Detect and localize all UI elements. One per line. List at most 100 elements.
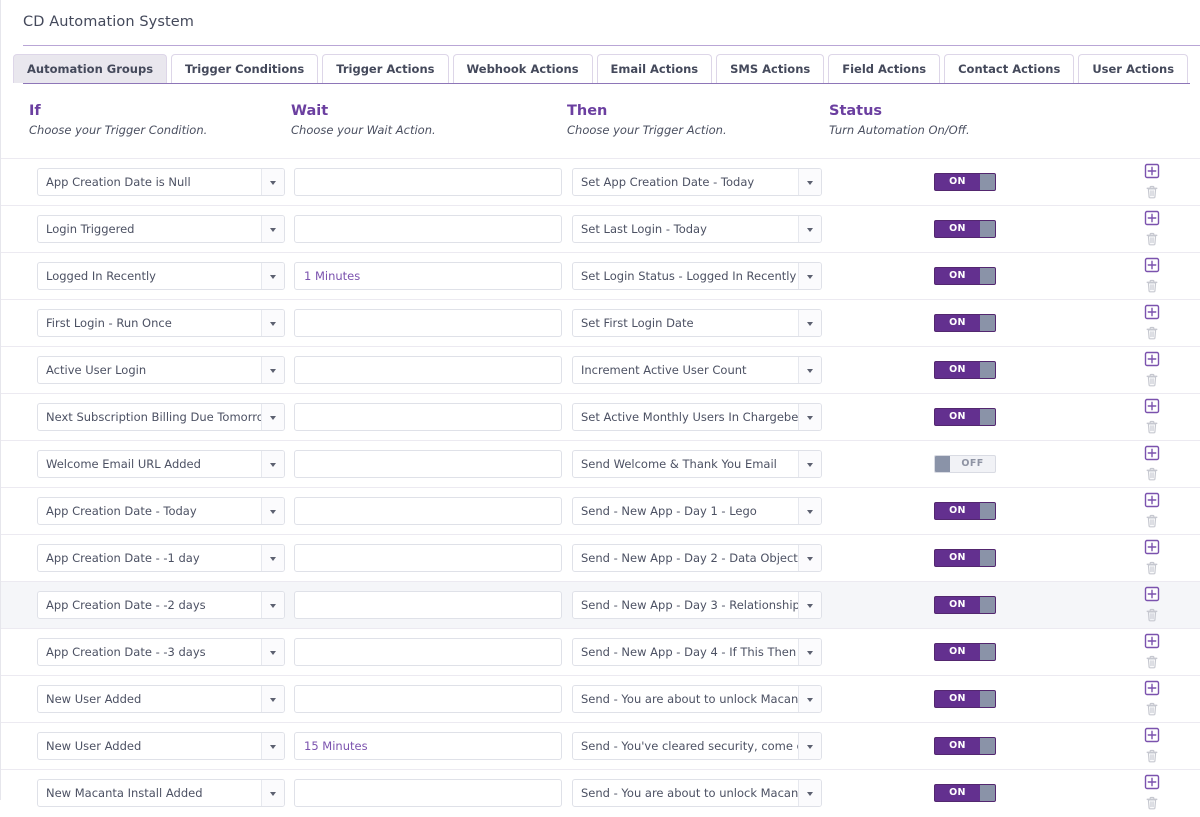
- wait-action-input[interactable]: [294, 403, 562, 431]
- delete-row-button[interactable]: [1144, 184, 1160, 200]
- status-toggle[interactable]: ON: [934, 220, 996, 238]
- delete-row-button[interactable]: [1144, 466, 1160, 482]
- delete-row-button[interactable]: [1144, 231, 1160, 247]
- tab-contact-actions[interactable]: Contact Actions: [944, 54, 1075, 83]
- chevron-down-icon[interactable]: [261, 310, 284, 336]
- add-row-button[interactable]: [1144, 633, 1160, 649]
- delete-row-button[interactable]: [1144, 419, 1160, 435]
- trigger-action-select[interactable]: Send - New App - Day 3 - Relationships: [572, 591, 822, 619]
- delete-row-button[interactable]: [1144, 607, 1160, 623]
- add-row-button[interactable]: [1144, 492, 1160, 508]
- delete-row-button[interactable]: [1144, 560, 1160, 576]
- chevron-down-icon[interactable]: [261, 592, 284, 618]
- status-toggle[interactable]: ON: [934, 502, 996, 520]
- add-row-button[interactable]: [1144, 680, 1160, 696]
- trigger-action-select[interactable]: Send - New App - Day 2 - Data Objects: [572, 544, 822, 572]
- wait-action-input[interactable]: 1 Minutes: [294, 262, 562, 290]
- trigger-action-select[interactable]: Send - You are about to unlock Macanta, …: [572, 779, 822, 807]
- add-row-button[interactable]: [1144, 257, 1160, 273]
- chevron-down-icon[interactable]: [261, 216, 284, 242]
- trigger-action-select[interactable]: Set Login Status - Logged In Recently: [572, 262, 822, 290]
- delete-row-button[interactable]: [1144, 701, 1160, 717]
- trigger-condition-select[interactable]: New User Added: [37, 685, 285, 713]
- status-toggle[interactable]: ON: [934, 596, 996, 614]
- add-row-button[interactable]: [1144, 774, 1160, 790]
- delete-row-button[interactable]: [1144, 325, 1160, 341]
- trigger-action-select[interactable]: Send - You are about to unlock Macanta, …: [572, 685, 822, 713]
- chevron-down-icon[interactable]: [261, 686, 284, 712]
- trigger-action-select[interactable]: Set Active Monthly Users In Chargebee Be…: [572, 403, 822, 431]
- chevron-down-icon[interactable]: [261, 263, 284, 289]
- chevron-down-icon[interactable]: [798, 357, 821, 383]
- chevron-down-icon[interactable]: [261, 780, 284, 806]
- wait-action-input[interactable]: [294, 309, 562, 337]
- status-toggle[interactable]: ON: [934, 784, 996, 802]
- add-row-button[interactable]: [1144, 586, 1160, 602]
- delete-row-button[interactable]: [1144, 654, 1160, 670]
- trigger-condition-select[interactable]: First Login - Run Once: [37, 309, 285, 337]
- wait-action-input[interactable]: [294, 638, 562, 666]
- delete-row-button[interactable]: [1144, 795, 1160, 811]
- trigger-condition-select[interactable]: Active User Login: [37, 356, 285, 384]
- add-row-button[interactable]: [1144, 163, 1160, 179]
- chevron-down-icon[interactable]: [261, 545, 284, 571]
- wait-action-input[interactable]: [294, 544, 562, 572]
- trigger-action-select[interactable]: Send - New App - Day 4 - If This Then Th…: [572, 638, 822, 666]
- trigger-condition-select[interactable]: New Macanta Install Added: [37, 779, 285, 807]
- tab-automation-groups[interactable]: Automation Groups: [13, 54, 168, 83]
- wait-action-input[interactable]: [294, 168, 562, 196]
- status-toggle[interactable]: ON: [934, 737, 996, 755]
- trigger-action-select[interactable]: Set Last Login - Today: [572, 215, 822, 243]
- tab-trigger-conditions[interactable]: Trigger Conditions: [171, 54, 319, 83]
- chevron-down-icon[interactable]: [798, 639, 821, 665]
- chevron-down-icon[interactable]: [798, 498, 821, 524]
- wait-action-input[interactable]: [294, 779, 562, 807]
- chevron-down-icon[interactable]: [798, 733, 821, 759]
- trigger-condition-select[interactable]: App Creation Date - -1 day: [37, 544, 285, 572]
- trigger-condition-select[interactable]: App Creation Date - Today: [37, 497, 285, 525]
- chevron-down-icon[interactable]: [798, 310, 821, 336]
- trigger-condition-select[interactable]: Next Subscription Billing Due Tomorrow: [37, 403, 285, 431]
- trigger-action-select[interactable]: Send - New App - Day 1 - Lego: [572, 497, 822, 525]
- chevron-down-icon[interactable]: [798, 686, 821, 712]
- trigger-action-select[interactable]: Send - You've cleared security, come on …: [572, 732, 822, 760]
- trigger-condition-select[interactable]: App Creation Date is Null: [37, 168, 285, 196]
- chevron-down-icon[interactable]: [798, 169, 821, 195]
- delete-row-button[interactable]: [1144, 748, 1160, 764]
- chevron-down-icon[interactable]: [798, 545, 821, 571]
- tab-trigger-actions[interactable]: Trigger Actions: [322, 54, 449, 83]
- wait-action-input[interactable]: 15 Minutes: [294, 732, 562, 760]
- trigger-action-select[interactable]: Set App Creation Date - Today: [572, 168, 822, 196]
- status-toggle[interactable]: ON: [934, 314, 996, 332]
- chevron-down-icon[interactable]: [261, 733, 284, 759]
- wait-action-input[interactable]: [294, 497, 562, 525]
- wait-action-input[interactable]: [294, 356, 562, 384]
- add-row-button[interactable]: [1144, 727, 1160, 743]
- chevron-down-icon[interactable]: [261, 498, 284, 524]
- trigger-condition-select[interactable]: App Creation Date - -2 days: [37, 591, 285, 619]
- chevron-down-icon[interactable]: [261, 404, 284, 430]
- tab-field-actions[interactable]: Field Actions: [828, 54, 941, 83]
- chevron-down-icon[interactable]: [798, 780, 821, 806]
- add-row-button[interactable]: [1144, 445, 1160, 461]
- tab-sms-actions[interactable]: SMS Actions: [716, 54, 825, 83]
- status-toggle[interactable]: ON: [934, 173, 996, 191]
- wait-action-input[interactable]: [294, 450, 562, 478]
- trigger-action-select[interactable]: Send Welcome & Thank You Email: [572, 450, 822, 478]
- wait-action-input[interactable]: [294, 685, 562, 713]
- status-toggle[interactable]: ON: [934, 408, 996, 426]
- delete-row-button[interactable]: [1144, 372, 1160, 388]
- chevron-down-icon[interactable]: [261, 639, 284, 665]
- chevron-down-icon[interactable]: [798, 451, 821, 477]
- add-row-button[interactable]: [1144, 398, 1160, 414]
- tab-email-actions[interactable]: Email Actions: [596, 54, 713, 83]
- delete-row-button[interactable]: [1144, 513, 1160, 529]
- trigger-condition-select[interactable]: Welcome Email URL Added: [37, 450, 285, 478]
- chevron-down-icon[interactable]: [261, 169, 284, 195]
- status-toggle[interactable]: ON: [934, 643, 996, 661]
- status-toggle[interactable]: OFF: [934, 455, 996, 473]
- status-toggle[interactable]: ON: [934, 267, 996, 285]
- chevron-down-icon[interactable]: [261, 357, 284, 383]
- wait-action-input[interactable]: [294, 591, 562, 619]
- delete-row-button[interactable]: [1144, 278, 1160, 294]
